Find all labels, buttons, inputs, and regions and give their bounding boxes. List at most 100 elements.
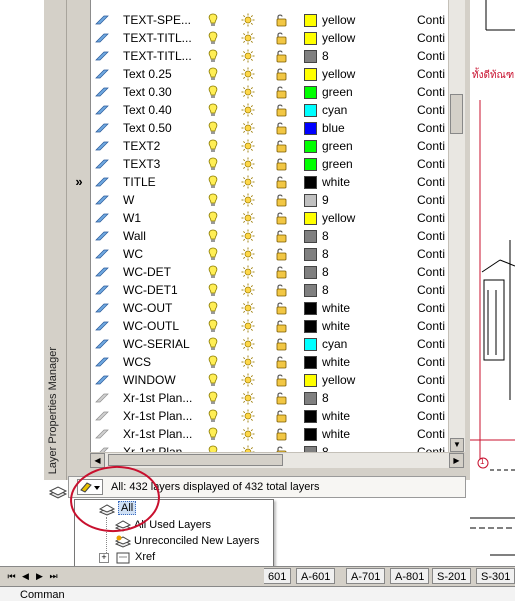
lightbulb-icon[interactable] bbox=[207, 31, 219, 45]
sun-icon[interactable] bbox=[241, 229, 255, 243]
lock-icon[interactable] bbox=[274, 211, 288, 225]
sun-icon[interactable] bbox=[241, 283, 255, 297]
layer-name[interactable]: Text 0.25 bbox=[123, 67, 172, 81]
color-name[interactable]: white bbox=[322, 175, 350, 189]
color-swatch[interactable] bbox=[304, 302, 317, 315]
lock-icon[interactable] bbox=[274, 175, 288, 189]
color-name[interactable]: 8 bbox=[322, 229, 329, 243]
layer-name[interactable]: Xr-1st Plan... bbox=[123, 391, 192, 405]
color-name[interactable]: 8 bbox=[322, 49, 329, 63]
palette-title-bar[interactable]: Layer Properties Manager bbox=[44, 0, 67, 480]
layer-row[interactable]: WC-OUT white Conti bbox=[91, 299, 449, 317]
color-name[interactable]: white bbox=[322, 427, 350, 441]
sun-icon[interactable] bbox=[241, 211, 255, 225]
layer-row[interactable]: WCS white Conti bbox=[91, 353, 449, 371]
layer-stack-icon[interactable] bbox=[48, 484, 68, 502]
layer-status-icon[interactable] bbox=[95, 194, 109, 206]
lock-icon[interactable] bbox=[274, 229, 288, 243]
sun-icon[interactable] bbox=[241, 139, 255, 153]
layer-name[interactable]: WC-DET bbox=[123, 265, 171, 279]
linetype[interactable]: Conti bbox=[417, 391, 445, 405]
sun-icon[interactable] bbox=[241, 319, 255, 333]
lightbulb-icon[interactable] bbox=[207, 319, 219, 333]
layer-status-icon[interactable] bbox=[95, 176, 109, 188]
lock-icon[interactable] bbox=[274, 301, 288, 315]
color-name[interactable]: yellow bbox=[322, 211, 355, 225]
lock-icon[interactable] bbox=[274, 13, 288, 27]
layer-row[interactable]: Xr-1st Plan... white Conti bbox=[91, 407, 449, 425]
sun-icon[interactable] bbox=[241, 409, 255, 423]
layout-tab[interactable]: A-801 bbox=[390, 568, 430, 584]
lightbulb-icon[interactable] bbox=[207, 67, 219, 81]
layer-status-icon[interactable] bbox=[95, 374, 109, 386]
layer-status-icon[interactable] bbox=[95, 248, 109, 260]
lock-icon[interactable] bbox=[274, 85, 288, 99]
color-swatch[interactable] bbox=[304, 212, 317, 225]
sun-icon[interactable] bbox=[241, 427, 255, 441]
color-name[interactable]: cyan bbox=[322, 103, 347, 117]
layer-row[interactable]: WC-SERIAL cyan Conti bbox=[91, 335, 449, 353]
color-name[interactable]: yellow bbox=[322, 13, 355, 27]
linetype[interactable]: Conti bbox=[417, 157, 445, 171]
color-swatch[interactable] bbox=[304, 176, 317, 189]
layer-status-icon[interactable] bbox=[95, 212, 109, 224]
lightbulb-icon[interactable] bbox=[207, 13, 219, 27]
color-name[interactable]: white bbox=[322, 355, 350, 369]
color-swatch[interactable] bbox=[304, 338, 317, 351]
linetype[interactable]: Conti bbox=[417, 193, 445, 207]
color-swatch[interactable] bbox=[304, 194, 317, 207]
layer-status-icon[interactable] bbox=[95, 68, 109, 80]
layer-name[interactable]: TEXT-SPE... bbox=[123, 13, 191, 27]
color-swatch[interactable] bbox=[304, 320, 317, 333]
layer-name[interactable]: WC-SERIAL bbox=[123, 337, 190, 351]
layer-status-icon[interactable] bbox=[95, 230, 109, 242]
layer-status-icon[interactable] bbox=[95, 32, 109, 44]
layout-tab[interactable]: 601 bbox=[264, 568, 292, 584]
linetype[interactable]: Conti bbox=[417, 211, 445, 225]
lock-icon[interactable] bbox=[274, 247, 288, 261]
color-swatch[interactable] bbox=[304, 122, 317, 135]
color-swatch[interactable] bbox=[304, 86, 317, 99]
color-swatch[interactable] bbox=[304, 356, 317, 369]
layer-name[interactable]: Text 0.50 bbox=[123, 121, 172, 135]
horizontal-scroll-thumb[interactable] bbox=[108, 454, 283, 466]
layer-row[interactable]: TEXT-TITL... 8 Conti bbox=[91, 47, 449, 65]
lock-icon[interactable] bbox=[274, 31, 288, 45]
linetype[interactable]: Conti bbox=[417, 409, 445, 423]
layer-row[interactable]: Text 0.30 green Conti bbox=[91, 83, 449, 101]
drawing-canvas[interactable]: ทั้งดีท้ณฑ 1 bbox=[470, 0, 515, 562]
color-name[interactable]: cyan bbox=[322, 337, 347, 351]
sun-icon[interactable] bbox=[241, 265, 255, 279]
lock-icon[interactable] bbox=[274, 67, 288, 81]
lock-icon[interactable] bbox=[274, 139, 288, 153]
layer-row[interactable]: WINDOW yellow Conti bbox=[91, 371, 449, 389]
sun-icon[interactable] bbox=[241, 373, 255, 387]
layer-status-icon[interactable] bbox=[95, 266, 109, 278]
color-name[interactable]: blue bbox=[322, 121, 345, 135]
lightbulb-icon[interactable] bbox=[207, 157, 219, 171]
layer-status-icon[interactable] bbox=[95, 284, 109, 296]
layer-row[interactable]: TEXT-TITL... yellow Conti bbox=[91, 29, 449, 47]
layer-row[interactable]: TEXT3 green Conti bbox=[91, 155, 449, 173]
layout-tab[interactable]: A-601 bbox=[296, 568, 336, 584]
lock-icon[interactable] bbox=[274, 337, 288, 351]
lightbulb-icon[interactable] bbox=[207, 211, 219, 225]
lightbulb-icon[interactable] bbox=[207, 121, 219, 135]
layer-status-icon[interactable] bbox=[95, 86, 109, 98]
color-swatch[interactable] bbox=[304, 158, 317, 171]
linetype[interactable]: Conti bbox=[417, 121, 445, 135]
layer-name[interactable]: Xr-1st Plan... bbox=[123, 427, 192, 441]
layer-row[interactable]: WC-DET 8 Conti bbox=[91, 263, 449, 281]
linetype[interactable]: Conti bbox=[417, 139, 445, 153]
sun-icon[interactable] bbox=[241, 175, 255, 189]
linetype[interactable]: Conti bbox=[417, 103, 445, 117]
linetype[interactable]: Conti bbox=[417, 337, 445, 351]
linetype[interactable]: Conti bbox=[417, 283, 445, 297]
lightbulb-icon[interactable] bbox=[207, 301, 219, 315]
lock-icon[interactable] bbox=[274, 49, 288, 63]
color-name[interactable]: white bbox=[322, 301, 350, 315]
layer-status-icon[interactable] bbox=[95, 122, 109, 134]
layer-row[interactable]: Text 0.40 cyan Conti bbox=[91, 101, 449, 119]
lightbulb-icon[interactable] bbox=[207, 175, 219, 189]
linetype[interactable]: Conti bbox=[417, 13, 445, 27]
